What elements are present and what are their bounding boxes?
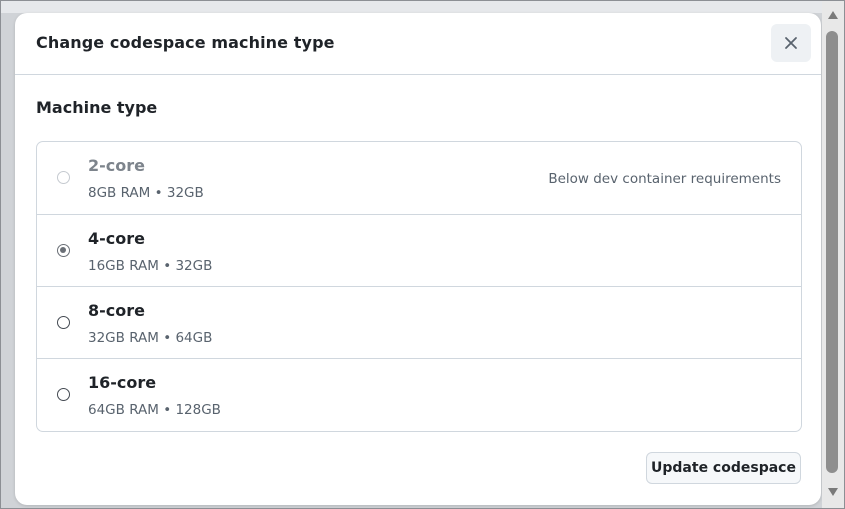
triangle-up-icon[interactable]	[827, 9, 839, 21]
option-note: Below dev container requirements	[548, 171, 781, 187]
change-machine-type-dialog: Change codespace machine type Machine ty…	[15, 13, 821, 505]
radio-2-core	[57, 171, 70, 184]
scrollbar-thumb[interactable]	[826, 31, 838, 473]
option-spec: 8GB RAM • 32GB	[88, 185, 204, 201]
section-title: Machine type	[36, 98, 158, 117]
option-spec: 64GB RAM • 128GB	[88, 402, 221, 418]
option-2-core: 2-core 8GB RAM • 32GB Below dev containe…	[37, 142, 801, 214]
dialog-header: Change codespace machine type	[15, 13, 821, 75]
dialog-title: Change codespace machine type	[36, 33, 335, 52]
update-codespace-button[interactable]: Update codespace	[646, 452, 801, 484]
option-name: 2-core	[88, 156, 145, 175]
option-4-core[interactable]: 4-core 16GB RAM • 32GB	[37, 214, 801, 287]
option-name: 8-core	[88, 301, 145, 320]
option-spec: 16GB RAM • 32GB	[88, 258, 213, 274]
option-8-core[interactable]: 8-core 32GB RAM • 64GB	[37, 286, 801, 359]
option-name: 4-core	[88, 229, 145, 248]
backdrop	[1, 1, 844, 13]
vertical-scrollbar[interactable]	[822, 1, 844, 508]
machine-type-options: 2-core 8GB RAM • 32GB Below dev containe…	[36, 141, 802, 432]
close-button[interactable]	[771, 24, 811, 62]
radio-8-core[interactable]	[57, 316, 70, 329]
window-frame: Change codespace machine type Machine ty…	[0, 0, 845, 509]
triangle-down-icon[interactable]	[827, 486, 839, 498]
radio-16-core[interactable]	[57, 388, 70, 401]
option-name: 16-core	[88, 373, 157, 392]
option-16-core[interactable]: 16-core 64GB RAM • 128GB	[37, 358, 801, 431]
option-spec: 32GB RAM • 64GB	[88, 330, 213, 346]
close-icon	[784, 36, 798, 50]
radio-4-core[interactable]	[57, 244, 70, 257]
